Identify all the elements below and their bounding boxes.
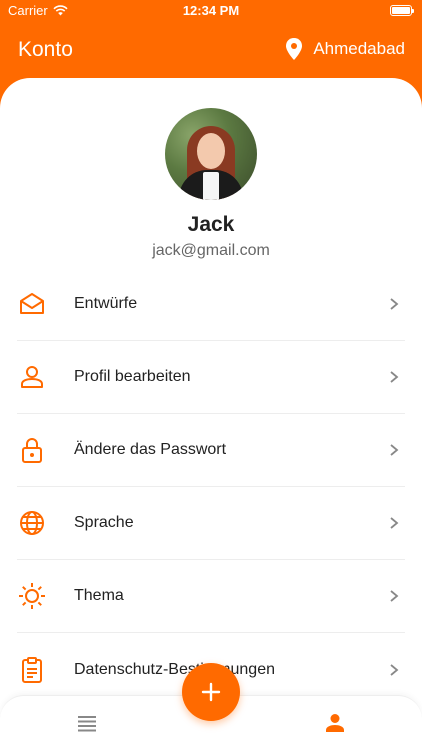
menu-label: Entwürfe bbox=[74, 295, 138, 312]
status-bar: Carrier 12:34 PM bbox=[0, 0, 422, 22]
chevron-right-icon bbox=[390, 663, 399, 676]
menu-label: Thema bbox=[74, 587, 124, 604]
chevron-right-icon bbox=[390, 590, 399, 602]
menu-item-edit-profile[interactable]: Profil bearbeiten bbox=[17, 341, 405, 414]
location-pin-icon bbox=[286, 38, 303, 60]
plus-icon bbox=[201, 682, 221, 702]
chevron-right-icon bbox=[390, 371, 399, 383]
location-button[interactable]: Ahmedabad bbox=[285, 38, 405, 60]
chevron-right-icon bbox=[390, 298, 399, 310]
clipboard-icon bbox=[17, 655, 47, 685]
status-time: 12:34 PM bbox=[182, 3, 240, 18]
lock-icon bbox=[17, 435, 47, 465]
menu-item-language[interactable]: Sprache bbox=[17, 487, 405, 560]
sun-icon bbox=[17, 581, 47, 611]
avatar[interactable] bbox=[165, 108, 257, 200]
envelope-icon bbox=[17, 289, 47, 319]
chevron-right-icon bbox=[390, 444, 399, 456]
profile-icon[interactable] bbox=[323, 711, 347, 735]
user-email: jack@gmail.com bbox=[152, 242, 270, 259]
account-card: Jack jack@gmail.com Entwürfe Profil bear… bbox=[0, 78, 422, 750]
header: Konto Ahmedabad bbox=[0, 30, 422, 70]
menu-item-theme[interactable]: Thema bbox=[17, 560, 405, 633]
user-icon bbox=[17, 362, 47, 392]
add-button[interactable] bbox=[182, 663, 240, 721]
menu-label: Sprache bbox=[74, 514, 134, 531]
chevron-right-icon bbox=[390, 517, 399, 529]
user-name: Jack bbox=[187, 213, 235, 236]
settings-menu: Entwürfe Profil bearbeiten Ändere das Pa… bbox=[0, 268, 422, 706]
battery-icon bbox=[390, 5, 414, 16]
menu-label: Ändere das Passwort bbox=[74, 441, 227, 458]
menu-label: Profil bearbeiten bbox=[74, 368, 191, 385]
page-title: Konto bbox=[18, 38, 73, 61]
menu-item-drafts[interactable]: Entwürfe bbox=[17, 268, 405, 341]
globe-icon bbox=[17, 508, 47, 538]
location-label: Ahmedabad bbox=[313, 39, 405, 58]
menu-item-change-password[interactable]: Ändere das Passwort bbox=[17, 414, 405, 487]
list-icon[interactable] bbox=[76, 714, 98, 732]
